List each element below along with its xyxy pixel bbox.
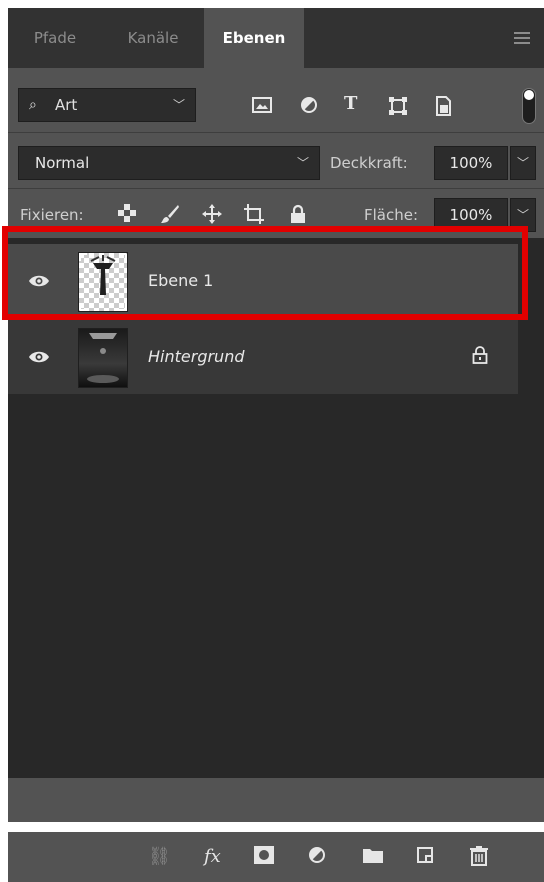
lock-label: Fixieren: — [20, 206, 84, 224]
layers-content: ⌕ Art ﹀ T Normal ﹀ Deckkraft: 100% ﹀ Fix… — [8, 68, 544, 882]
lock-transparent-icon[interactable] — [118, 204, 136, 222]
adjustment-filter-icon[interactable] — [300, 96, 318, 114]
new-layer-icon[interactable] — [416, 846, 434, 864]
layer-thumbnail — [78, 328, 128, 388]
layer-thumbnail-image-icon — [79, 253, 127, 311]
delete-layer-trash-icon[interactable] — [470, 846, 488, 866]
layer-list: Ebene 1 Hintergrund — [8, 238, 544, 778]
layer-row[interactable]: Ebene 1 — [8, 244, 518, 318]
opacity-label: Deckkraft: — [330, 154, 408, 172]
chevron-down-icon: ﹀ — [296, 156, 309, 170]
opacity-dropdown-chevron-icon[interactable]: ﹀ — [510, 146, 536, 180]
visibility-eye-icon[interactable] — [28, 274, 50, 288]
new-group-folder-icon[interactable] — [362, 846, 384, 864]
tab-channels[interactable]: Kanäle — [102, 8, 204, 68]
layer-thumbnail — [78, 252, 128, 312]
panel-tab-bar: Pfade Kanäle Ebenen — [8, 8, 544, 68]
image-filter-icon[interactable] — [252, 96, 272, 114]
type-filter-icon[interactable]: T — [344, 94, 357, 114]
lock-all-icon[interactable] — [290, 204, 306, 224]
link-layers-icon[interactable]: ⛓ — [148, 846, 171, 868]
layer-thumbnail-image-icon — [87, 333, 119, 383]
blend-mode-value: Normal — [35, 154, 90, 172]
filter-kind-label: Art — [55, 96, 78, 114]
fill-label: Fläche: — [364, 206, 419, 224]
lock-artboard-icon[interactable] — [244, 204, 264, 224]
layer-name: Ebene 1 — [148, 271, 214, 290]
layer-row[interactable]: Hintergrund — [8, 320, 518, 394]
filter-toggle[interactable] — [522, 88, 536, 124]
divider — [8, 132, 544, 133]
tab-layers[interactable]: Ebenen — [204, 8, 304, 68]
layers-panel: Pfade Kanäle Ebenen ⌕ Art ﹀ T Normal ﹀ D… — [8, 8, 544, 882]
tab-paths[interactable]: Pfade — [8, 8, 102, 68]
lock-move-icon[interactable] — [202, 204, 222, 224]
panel-menu-icon[interactable] — [514, 32, 530, 44]
fill-input[interactable]: 100% — [434, 198, 508, 232]
lock-paint-icon[interactable] — [160, 204, 180, 224]
search-icon: ⌕ — [29, 97, 37, 113]
chevron-down-icon: ﹀ — [172, 98, 185, 112]
fill-dropdown-chevron-icon[interactable]: ﹀ — [510, 198, 536, 232]
smart-object-filter-icon[interactable] — [434, 96, 452, 116]
layers-bottom-toolbar: ⛓ fx — [8, 832, 544, 882]
divider — [8, 188, 544, 189]
layer-style-fx-icon[interactable]: fx — [204, 846, 221, 868]
blend-mode-select[interactable]: Normal ﹀ — [18, 146, 320, 180]
layer-filter-select[interactable]: ⌕ Art ﹀ — [18, 88, 196, 122]
opacity-input[interactable]: 100% — [434, 146, 508, 180]
visibility-eye-icon[interactable] — [28, 350, 50, 364]
shape-filter-icon[interactable] — [388, 96, 408, 116]
layer-lock-icon — [472, 346, 488, 364]
add-mask-icon[interactable] — [254, 846, 274, 864]
layer-name: Hintergrund — [148, 347, 245, 366]
new-adjustment-layer-icon[interactable] — [308, 846, 326, 864]
